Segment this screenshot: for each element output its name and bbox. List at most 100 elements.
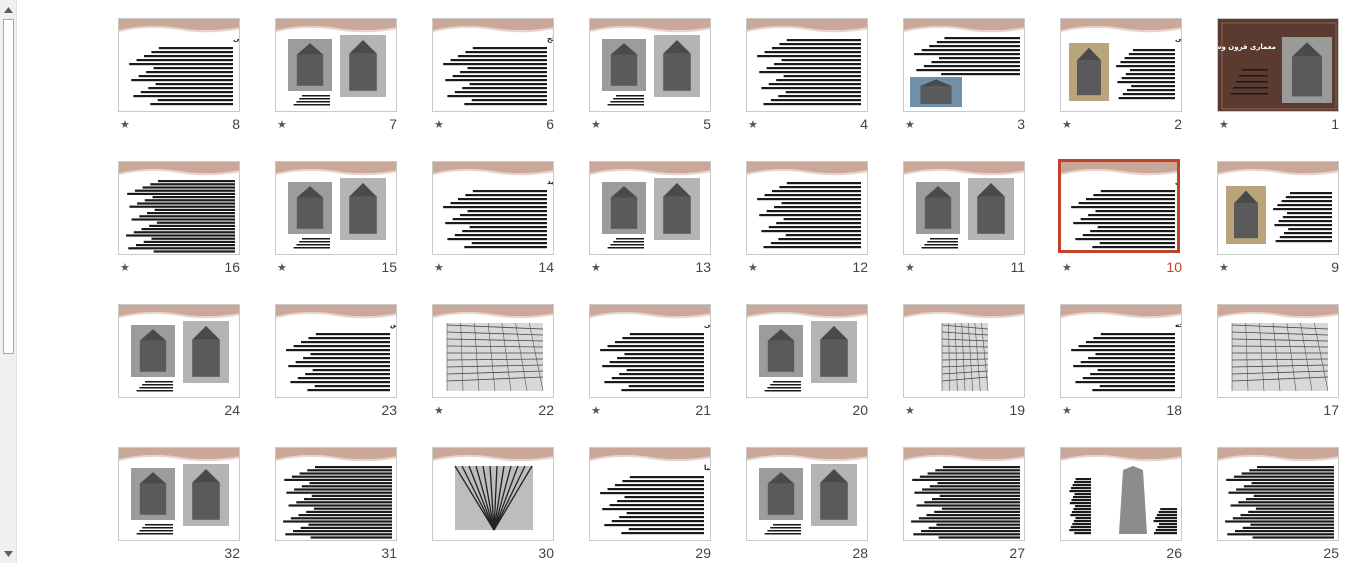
slide-preview-image	[1218, 305, 1338, 392]
slide-preview-image: رنسانس در ایتالیا	[590, 448, 711, 535]
slide-preview-image: طراحی	[119, 19, 239, 106]
slide-number: 12	[852, 259, 868, 275]
slide-preview-image	[276, 448, 396, 539]
slide-thumbnail[interactable]	[118, 161, 240, 255]
slide-thumbnail[interactable]: ظهور فرانک ها و هجوم اسلامی	[589, 304, 711, 398]
slide-thumbnail[interactable]	[589, 18, 711, 112]
slide-thumbnail[interactable]	[746, 161, 868, 255]
slide-thumbnail[interactable]	[903, 18, 1025, 112]
animation-star-icon[interactable]: ★	[1062, 261, 1072, 274]
slide-title-text: رنسانس در ایتالیا	[704, 464, 711, 472]
scroll-down-arrow-icon[interactable]	[1, 546, 16, 561]
slide-preview-image	[904, 162, 1024, 249]
slide-preview-image	[1061, 448, 1181, 535]
slide-preview-image	[433, 305, 553, 392]
slide-thumbnail[interactable]: نقشه تمدن های چه	[1060, 304, 1182, 398]
animation-star-icon[interactable]: ★	[905, 404, 915, 417]
slide-preview-image	[904, 305, 1024, 392]
slide-thumbnail[interactable]	[118, 304, 240, 398]
slide-thumbnail[interactable]: طراحی	[118, 18, 240, 112]
animation-star-icon[interactable]: ★	[277, 118, 287, 131]
slide-thumbnail[interactable]	[903, 447, 1025, 541]
slide-thumbnail[interactable]: نظم جدید	[432, 161, 554, 255]
scrollbar-thumb[interactable]	[3, 19, 14, 354]
slide-thumbnail[interactable]: قرون وسطی	[1060, 18, 1182, 112]
vertical-scrollbar[interactable]	[0, 0, 17, 563]
slide-preview-image	[904, 448, 1024, 539]
animation-star-icon[interactable]: ★	[905, 118, 915, 131]
animation-star-icon[interactable]: ★	[1062, 118, 1072, 131]
animation-star-icon[interactable]: ★	[1219, 261, 1229, 274]
animation-star-icon[interactable]: ★	[434, 404, 444, 417]
slide-thumbnail[interactable]	[589, 161, 711, 255]
slide-number: 3	[1017, 116, 1025, 132]
animation-star-icon[interactable]: ★	[591, 404, 601, 417]
animation-star-icon[interactable]: ★	[1062, 404, 1072, 417]
slide-thumbnail[interactable]: بناها ساخته شده در قرون وسطی	[1058, 159, 1180, 253]
slide-thumbnail[interactable]: معماری قرون وسطی	[1217, 18, 1339, 112]
slide-number: 20	[852, 402, 868, 418]
slide-number: 24	[224, 402, 240, 418]
slide-title-text: بناها ساخته شده در قرون وسطی	[1175, 178, 1180, 186]
slide-number: 26	[1166, 545, 1182, 561]
slide-thumbnail[interactable]	[432, 304, 554, 398]
slide-preview-image	[119, 448, 239, 535]
slide-thumbnail[interactable]	[903, 304, 1025, 398]
slide-preview-image	[747, 19, 867, 106]
slide-number: 10	[1166, 259, 1182, 275]
slide-preview-image: قرون وسطی	[1061, 19, 1181, 101]
slide-thumbnail[interactable]	[275, 447, 397, 541]
slide-number: 7	[389, 116, 397, 132]
slide-thumbnail[interactable]	[746, 18, 868, 112]
slide-preview-image	[590, 162, 710, 249]
slide-preview-image	[590, 19, 710, 106]
slide-thumbnail[interactable]	[746, 447, 868, 541]
animation-star-icon[interactable]: ★	[748, 261, 758, 274]
slide-thumbnail[interactable]: کلیسای فلورانس	[275, 304, 397, 398]
slide-number: 5	[703, 116, 711, 132]
slide-thumbnail[interactable]	[118, 447, 240, 541]
animation-star-icon[interactable]: ★	[434, 118, 444, 131]
slide-preview-image	[276, 19, 396, 106]
slide-title-text: ظهور فرانک ها و هجوم اسلامی	[704, 321, 711, 329]
slide-preview-image	[747, 305, 867, 392]
slide-thumbnail[interactable]: رنسانس در ایتالیا	[589, 447, 711, 541]
slide-preview-image	[747, 448, 867, 535]
slide-thumbnail[interactable]	[903, 161, 1025, 255]
slide-number: 6	[546, 116, 554, 132]
slide-thumbnail[interactable]	[1217, 304, 1339, 398]
slide-thumbnail[interactable]	[1217, 447, 1339, 541]
slide-thumbnail[interactable]	[275, 18, 397, 112]
slide-thumbnail[interactable]	[432, 447, 554, 541]
animation-star-icon[interactable]: ★	[905, 261, 915, 274]
slide-number: 32	[224, 545, 240, 561]
slide-number: 21	[695, 402, 711, 418]
slide-number: 18	[1166, 402, 1182, 418]
animation-star-icon[interactable]: ★	[1219, 118, 1229, 131]
slide-preview-image: معماری قرون وسطی	[1218, 19, 1338, 111]
slide-number: 14	[538, 259, 554, 275]
slide-preview-image: کلیسای فلورانس	[276, 305, 396, 392]
slide-thumbnail[interactable]: مصالح	[432, 18, 554, 112]
animation-star-icon[interactable]: ★	[591, 118, 601, 131]
slide-number: 1	[1331, 116, 1339, 132]
animation-star-icon[interactable]: ★	[591, 261, 601, 274]
slide-number: 31	[381, 545, 397, 561]
animation-star-icon[interactable]: ★	[120, 261, 130, 274]
slide-preview-image	[1218, 162, 1338, 244]
slide-number: 13	[695, 259, 711, 275]
animation-star-icon[interactable]: ★	[277, 261, 287, 274]
slide-thumbnail[interactable]	[1060, 447, 1182, 541]
slide-preview-image: مصالح	[433, 19, 553, 106]
slide-title-text: نقشه تمدن های چه	[1175, 321, 1182, 329]
slide-thumbnail[interactable]	[746, 304, 868, 398]
slide-thumbnail[interactable]	[1217, 161, 1339, 255]
animation-star-icon[interactable]: ★	[748, 118, 758, 131]
scroll-up-arrow-icon[interactable]	[1, 2, 16, 17]
animation-star-icon[interactable]: ★	[120, 118, 130, 131]
slide-number: 27	[1009, 545, 1025, 561]
slide-thumbnail[interactable]	[275, 161, 397, 255]
slide-preview-image: نظم جدید	[433, 162, 553, 249]
slide-number: 30	[538, 545, 554, 561]
animation-star-icon[interactable]: ★	[434, 261, 444, 274]
